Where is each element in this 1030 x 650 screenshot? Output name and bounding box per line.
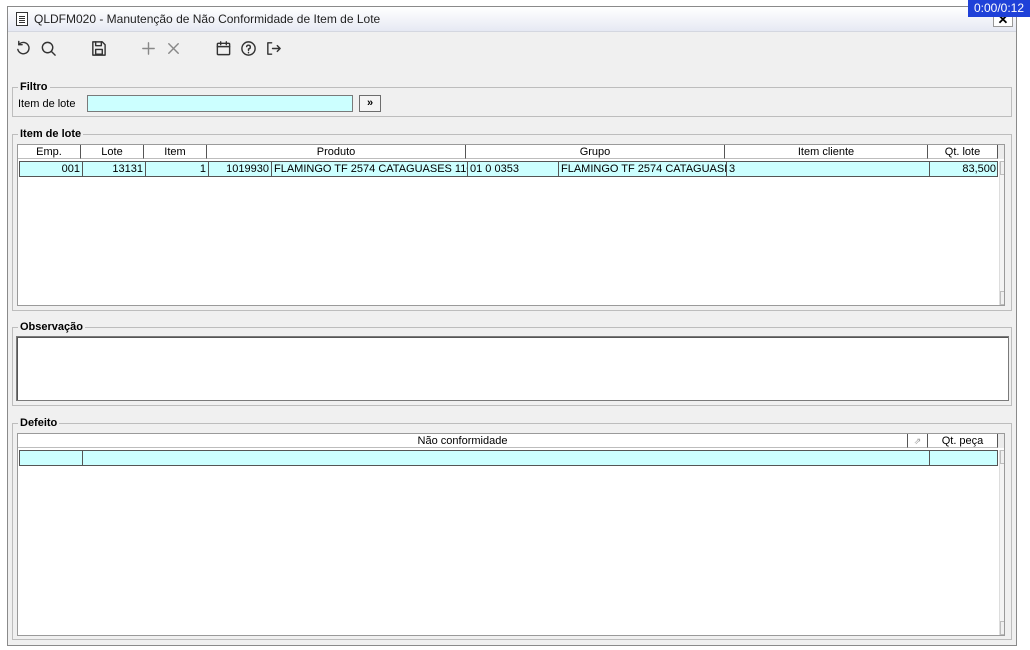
cell-produto-desc: FLAMINGO TF 2574 CATAGUASES 1106	[274, 162, 468, 176]
item-lote-label: Item de lote	[18, 98, 76, 110]
cell-lote: 13131	[83, 162, 146, 176]
scroll-down-arrow[interactable]: ▼	[1000, 621, 1004, 635]
table-row[interactable]	[19, 450, 998, 466]
col-grupo[interactable]: Grupo	[466, 145, 725, 159]
observacao-field[interactable]	[16, 336, 1009, 401]
cell-item: 1	[146, 162, 209, 176]
cell-nao-conformidade-desc	[83, 451, 930, 465]
resize-icon[interactable]: ⇗	[908, 434, 928, 448]
col-qt-peca[interactable]: Qt. peça	[928, 434, 998, 448]
scroll-up-arrow[interactable]: ▲	[1000, 450, 1004, 464]
col-item[interactable]: Item	[144, 145, 207, 159]
item-lote-group: Item de lote Emp. Lote Item Produto Grup…	[12, 128, 1012, 311]
document-icon	[16, 12, 28, 26]
defeito-header: Não conformidade ⇗ Qt. peça	[18, 434, 1004, 448]
observacao-group: Observação	[12, 321, 1012, 406]
timer-badge: 0:00/0:12	[968, 0, 1030, 17]
col-nao-conformidade[interactable]: Não conformidade	[18, 434, 908, 448]
plus-icon[interactable]	[138, 38, 158, 58]
cell-grupo-code: 01 0 0353	[468, 162, 559, 176]
window-title: QLDFM020 - Manutenção de Não Conformidad…	[34, 12, 381, 26]
col-item-cliente[interactable]: Item cliente	[725, 145, 928, 159]
col-lote[interactable]: Lote	[81, 145, 144, 159]
defeito-group: Defeito Não conformidade ⇗ Qt. peça ▲ ▼	[12, 417, 1012, 640]
exit-icon[interactable]	[263, 38, 283, 58]
cell-nao-conformidade-code	[20, 451, 83, 465]
table-row[interactable]: 001 13131 1 1019930 FLAMINGO TF 2574 CAT…	[19, 161, 998, 177]
filtro-legend: Filtro	[18, 81, 50, 93]
cell-item-cliente: 3	[727, 162, 930, 176]
defeito-grid: Não conformidade ⇗ Qt. peça ▲ ▼	[17, 433, 1005, 636]
col-qt-lote[interactable]: Qt. lote	[928, 145, 998, 159]
title-bar: QLDFM020 - Manutenção de Não Conformidad…	[8, 7, 1016, 32]
scroll-down-arrow[interactable]: ▼	[1000, 291, 1004, 305]
cell-qt-lote: 83,500	[962, 163, 996, 175]
search-icon[interactable]	[38, 38, 58, 58]
item-lote-legend: Item de lote	[18, 128, 84, 140]
filtro-group: Filtro Item de lote »	[12, 81, 1012, 117]
close-icon[interactable]	[163, 38, 183, 58]
background-strip	[1018, 6, 1030, 646]
item-lote-input[interactable]	[87, 95, 353, 112]
col-produto[interactable]: Produto	[207, 145, 466, 159]
col-emp[interactable]: Emp.	[18, 145, 81, 159]
defeito-scrollbar[interactable]: ▲ ▼	[999, 450, 1004, 635]
refresh-icon[interactable]	[13, 38, 33, 58]
main-window: QLDFM020 - Manutenção de Não Conformidad…	[7, 6, 1017, 646]
cell-qt-peca	[930, 451, 998, 465]
calendar-icon[interactable]	[213, 38, 233, 58]
cell-produto-code: 1019930	[209, 162, 272, 176]
item-lote-header: Emp. Lote Item Produto Grupo Item client…	[18, 145, 1004, 159]
defeito-legend: Defeito	[18, 417, 60, 429]
help-icon[interactable]	[238, 38, 258, 58]
observacao-legend: Observação	[18, 321, 85, 333]
scroll-up-arrow[interactable]: ▲	[1000, 161, 1004, 175]
search-lote-button[interactable]: »	[359, 95, 381, 112]
toolbar	[8, 32, 1016, 64]
save-icon[interactable]	[88, 38, 108, 58]
cell-emp: 001	[20, 162, 83, 176]
item-lote-grid: Emp. Lote Item Produto Grupo Item client…	[17, 144, 1005, 306]
item-lote-scrollbar[interactable]: ▲ ▼	[999, 161, 1004, 305]
cell-grupo-desc: FLAMINGO TF 2574 CATAGUASES	[561, 162, 727, 176]
